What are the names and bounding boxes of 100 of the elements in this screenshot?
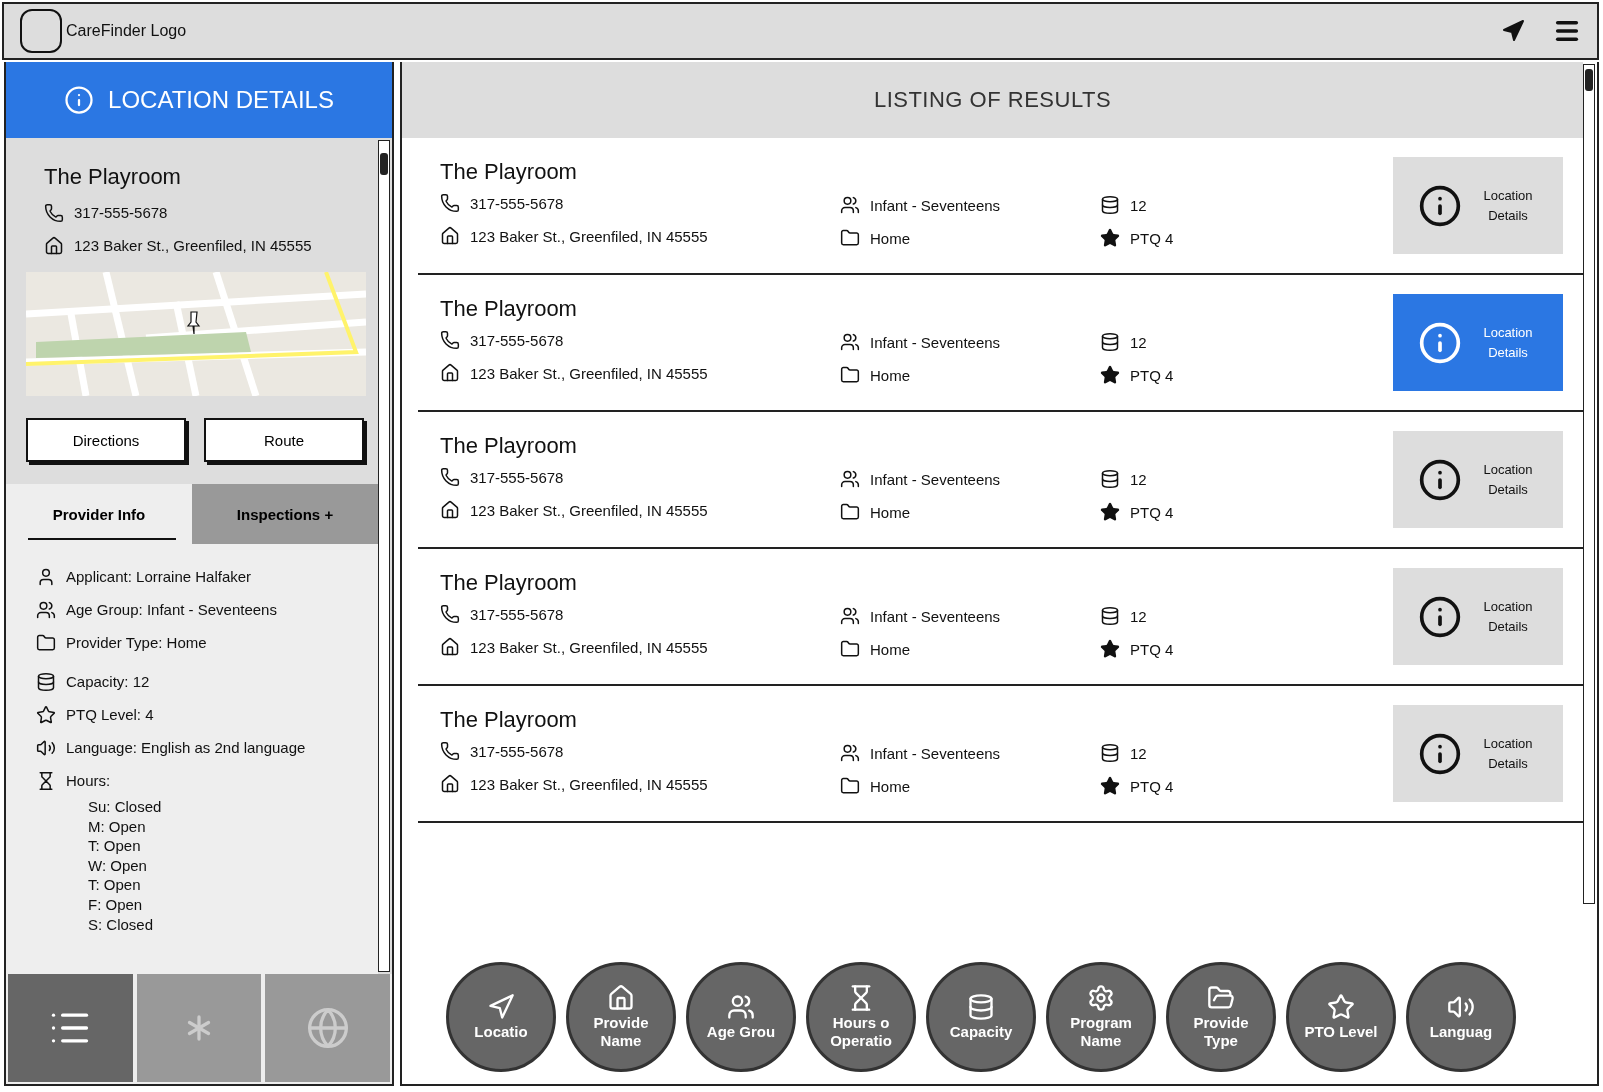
navigation-arrow-icon [487,993,515,1021]
info-icon [1418,731,1462,776]
address: 123 Baker St., Greenfiled, IN 45555 [74,237,312,254]
address: 123 Baker St., Greenfiled, IN 45555 [470,227,708,245]
tab[interactable]: Inspections + [192,484,378,544]
hourglass-icon [36,770,56,791]
address: 123 Baker St., Greenfiled, IN 45555 [470,364,708,382]
globe-icon [305,1006,350,1050]
filter-button[interactable]: Program Name [1046,962,1156,1072]
filter-button[interactable]: Hours o Operatio [806,962,916,1072]
people-icon [840,606,860,626]
filter-button[interactable]: Provide Type [1166,962,1276,1072]
hours-entry: T: Open [88,875,142,895]
star-icon [1100,639,1120,659]
navigation-arrow-icon[interactable] [1501,19,1525,43]
star-icon [1327,993,1355,1021]
capacity: 12 [1130,470,1147,488]
hours-entry: Su: Closed [88,797,163,817]
scrollbar[interactable] [378,140,390,972]
ptq-level: PTQ 4 [1130,777,1174,795]
phone-icon [440,193,460,213]
star-icon [36,704,56,725]
scrollbar[interactable] [1583,64,1595,904]
age-group: Infant - Seventeens [870,607,1001,625]
folder-icon [840,228,860,248]
ptq-level: PTQ 4 [1130,503,1174,521]
folder-icon [840,639,860,659]
provider-type: Home [870,640,910,658]
database-icon [36,671,56,692]
filter-button[interactable]: Capacity [926,962,1036,1072]
house-icon [440,500,460,520]
database-icon [967,993,995,1021]
house-icon [440,226,460,246]
provider-type: Home [870,503,910,521]
provider-type: Home [870,229,910,247]
phone-icon [440,467,460,487]
hours-entry: W: Open [88,855,148,876]
capacity: 12 [1130,196,1147,214]
ptq-level: PTQ 4 [1130,366,1174,384]
bottom-tab[interactable] [8,974,133,1082]
house-icon [440,637,460,657]
ptq-level: PTQ 4 [1130,640,1174,658]
provider-name: The Playroom [440,295,578,322]
person-icon [36,566,56,587]
folder-icon [840,365,860,385]
info-text: Hours: [66,772,111,789]
location-details-button[interactable]: Location Details [1393,705,1563,802]
filter-button[interactable]: Languag [1406,962,1516,1072]
info-text: Age Group: Infant - Seventeens [66,601,277,618]
phone-number: 317-555-5678 [470,194,564,212]
address: 123 Baker St., Greenfiled, IN 45555 [470,775,708,793]
provider-name: The Playroom [440,569,578,596]
phone-number: 317-555-5678 [74,204,168,221]
folder-icon [36,632,56,653]
filter-button[interactable]: Provide Name [566,962,676,1072]
provider-name: The Playroom [440,432,578,459]
location-details-button[interactable]: Location Details [1393,294,1563,391]
location-details-button[interactable]: Location Details [1393,431,1563,528]
people-icon [840,743,860,763]
hours-entry: M: Open [88,816,147,837]
hours-entry: F: Open [88,894,144,915]
info-icon [1418,457,1462,502]
age-group: Infant - Seventeens [870,744,1001,762]
panel-title: LOCATION DETAILS [108,86,334,114]
folder-icon [840,776,860,796]
people-icon [840,332,860,352]
phone-icon [440,604,460,624]
filter-button[interactable]: PTO Level [1286,962,1396,1072]
location-details-button[interactable]: Location Details [1393,157,1563,254]
house-icon [44,235,64,256]
filter-button[interactable]: Age Grou [686,962,796,1072]
action-button[interactable]: Directions [26,418,186,462]
house-icon [440,363,460,383]
tab[interactable]: Provider Info [6,484,192,544]
people-icon [36,599,56,620]
provider-name: The Playroom [44,164,182,190]
folder-icon [840,502,860,522]
capacity: 12 [1130,607,1147,625]
address: 123 Baker St., Greenfiled, IN 45555 [470,501,708,519]
phone-number: 317-555-5678 [470,605,564,623]
people-icon [840,195,860,215]
database-icon [1100,743,1120,763]
provider-name: The Playroom [440,706,578,733]
age-group: Infant - Seventeens [870,333,1001,351]
location-details-button[interactable]: Location Details [1393,568,1563,665]
database-icon [1100,606,1120,626]
star-icon [1100,502,1120,522]
phone-icon [440,330,460,350]
database-icon [1100,332,1120,352]
provider-type: Home [870,366,910,384]
filter-button[interactable]: Locatio [446,962,556,1072]
gear-icon [1087,984,1115,1012]
info-icon [1418,320,1462,365]
info-text: Capacity: 12 [66,673,150,690]
action-button[interactable]: Route [204,418,364,462]
logo-text: CareFinder Logo [66,22,188,40]
phone-number: 317-555-5678 [470,468,564,486]
provider-type: Home [870,777,910,795]
hours-entry: S: Closed [88,914,155,935]
capacity: 12 [1130,333,1147,351]
